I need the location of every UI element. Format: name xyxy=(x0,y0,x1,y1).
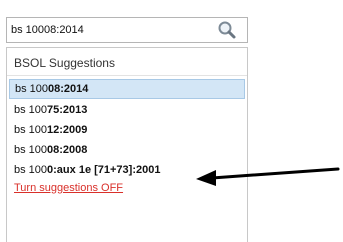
annotation-arrow-icon xyxy=(196,167,340,186)
